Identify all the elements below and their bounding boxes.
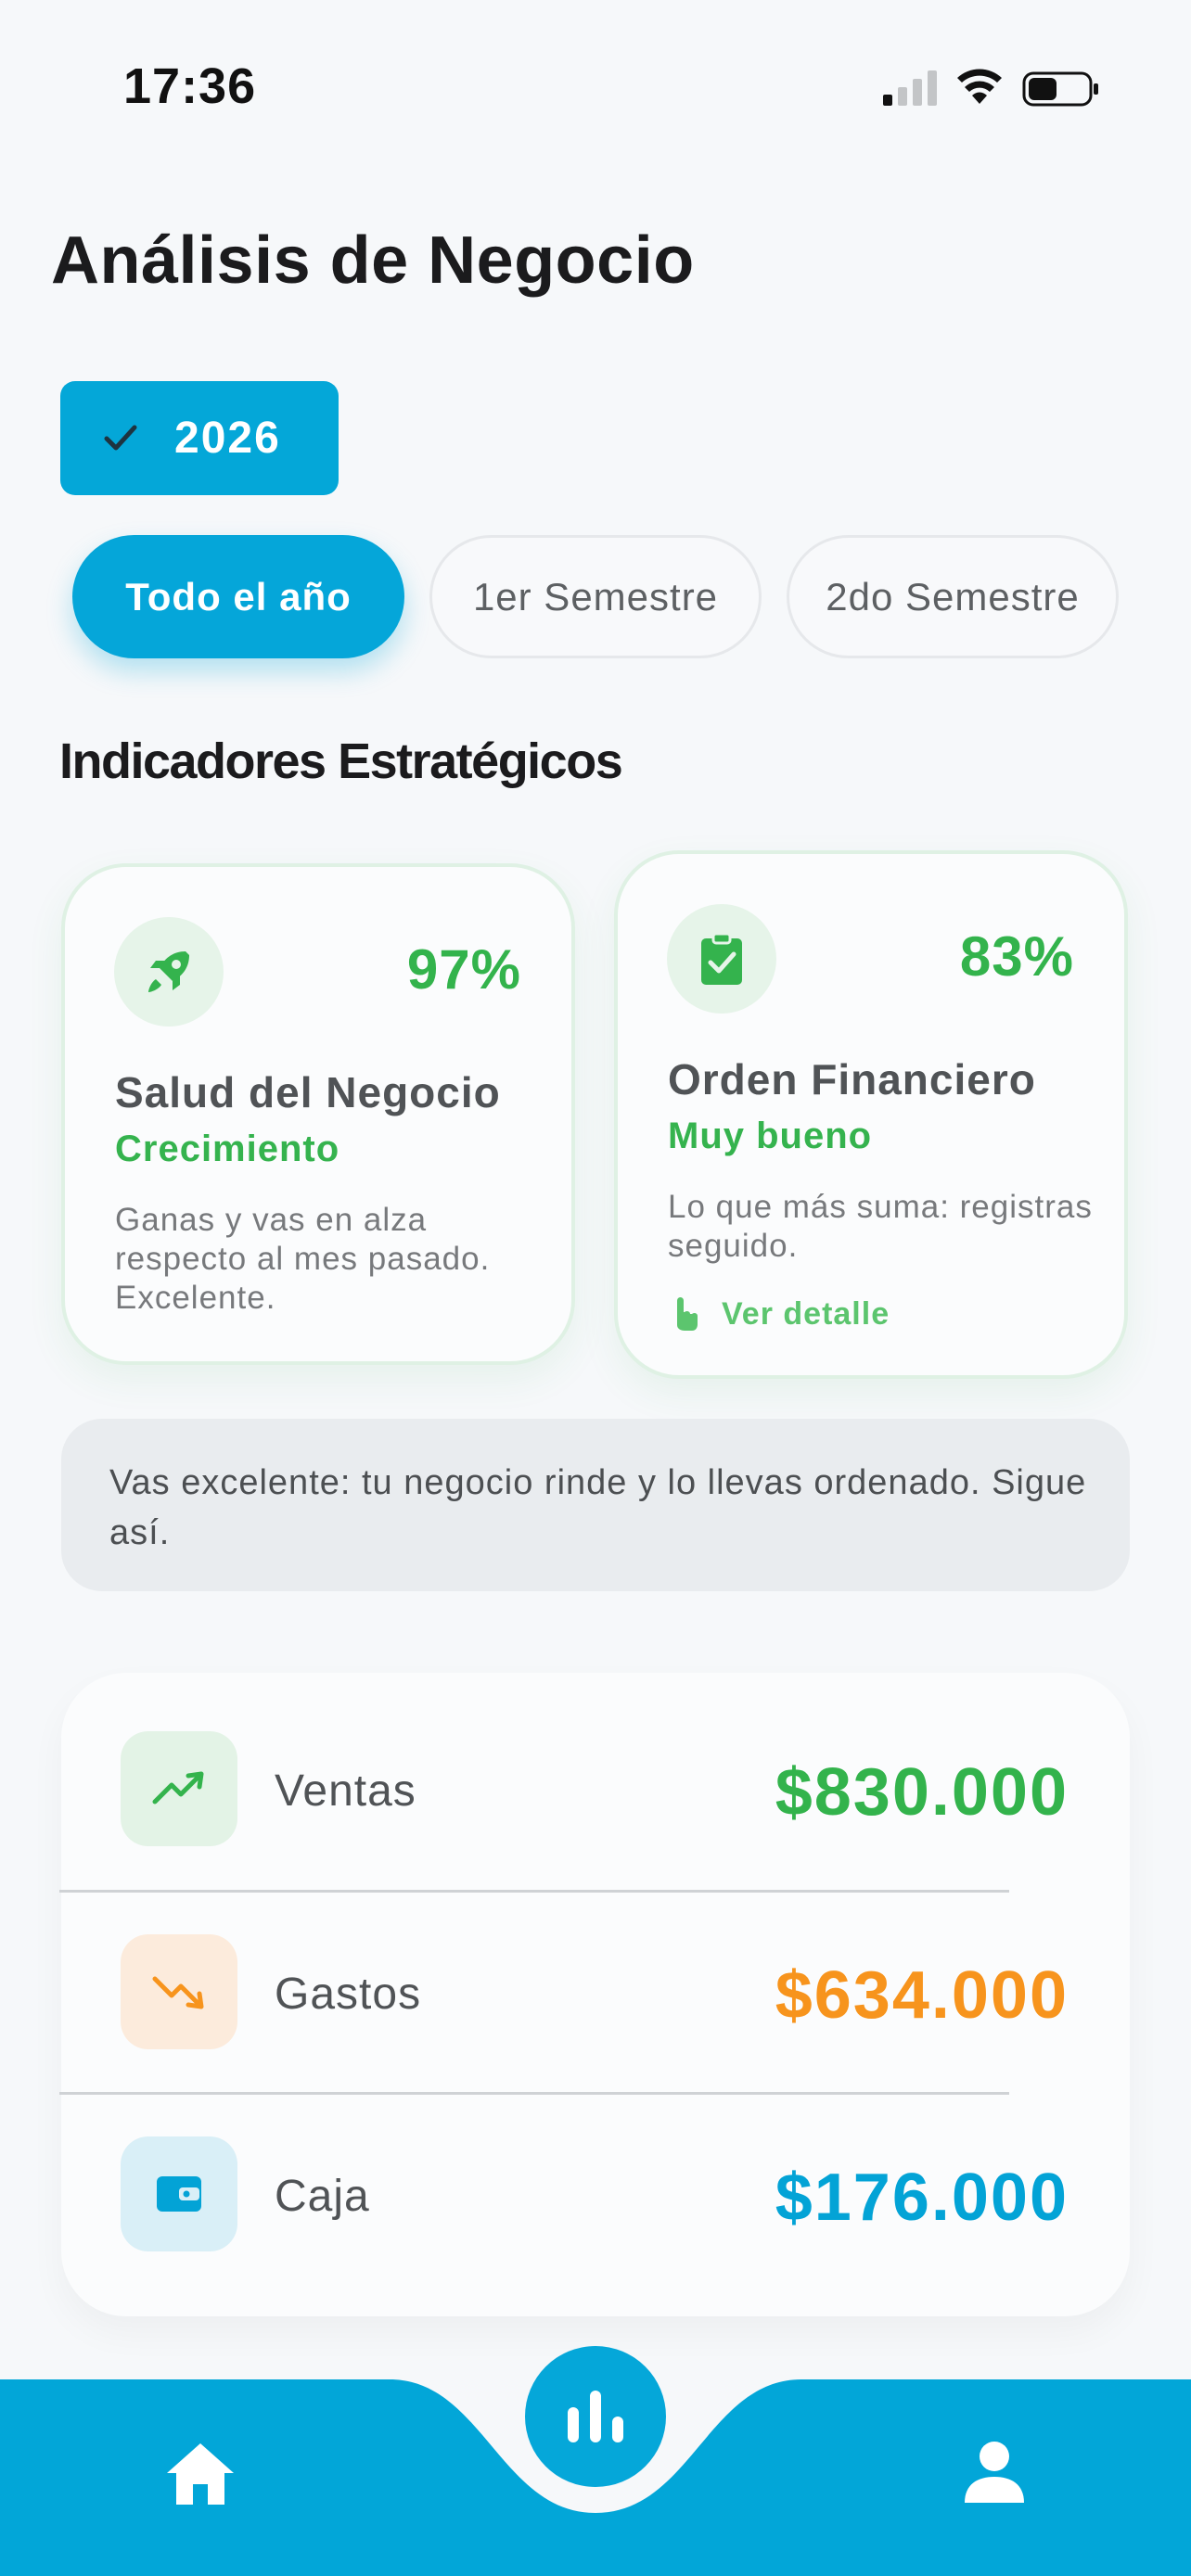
check-icon bbox=[104, 425, 137, 451]
summary-value: $176.000 bbox=[775, 2161, 1069, 2235]
trending-down-icon bbox=[152, 1976, 204, 2009]
tab-2do-semestre[interactable]: 2do Semestre bbox=[787, 535, 1119, 658]
kpi-icon-wrap bbox=[114, 917, 224, 1027]
hand-pointer-icon bbox=[677, 1297, 698, 1331]
status-bar: 17:36 bbox=[0, 0, 1191, 176]
kpi-status: Crecimiento bbox=[115, 1129, 340, 1169]
clipboard-check-icon bbox=[701, 932, 742, 985]
summary-row-gastos[interactable]: Gastos $634.000 bbox=[61, 1876, 1130, 2078]
summary-message-text: Vas excelente: tu negocio rinde y lo lle… bbox=[109, 1463, 1087, 1552]
ventas-icon-wrap bbox=[121, 1731, 237, 1846]
kpi-icon-wrap bbox=[667, 904, 776, 1014]
section-title: Indicadores Estratégicos bbox=[59, 733, 623, 789]
nav-profile-button[interactable] bbox=[950, 2428, 1039, 2517]
summary-label: Ventas bbox=[275, 1766, 416, 1816]
nav-analytics-button[interactable] bbox=[525, 2346, 666, 2487]
home-icon bbox=[167, 2443, 234, 2505]
year-label: 2026 bbox=[174, 414, 281, 463]
year-filter-chip[interactable]: 2026 bbox=[60, 381, 339, 495]
summary-row-caja[interactable]: Caja $176.000 bbox=[61, 2078, 1130, 2280]
period-tabs: Todo el año 1er Semestre 2do Semestre bbox=[72, 535, 1121, 658]
trending-up-icon bbox=[152, 1771, 204, 1804]
summary-label: Caja bbox=[275, 2172, 370, 2221]
bar-chart-icon bbox=[568, 2391, 623, 2442]
wifi-icon bbox=[957, 69, 1002, 104]
battery-icon bbox=[1022, 71, 1098, 107]
status-time: 17:36 bbox=[123, 58, 257, 114]
rocket-icon bbox=[148, 951, 189, 992]
summary-value: $830.000 bbox=[775, 1755, 1069, 1830]
tab-todo-el-ano[interactable]: Todo el año bbox=[72, 535, 404, 658]
ver-detalle-label: Ver detalle bbox=[722, 1295, 890, 1332]
ver-detalle-link[interactable]: Ver detalle bbox=[668, 1295, 890, 1333]
divider bbox=[59, 1890, 1009, 1893]
summary-message: Vas excelente: tu negocio rinde y lo lle… bbox=[61, 1419, 1130, 1591]
caja-icon-wrap bbox=[121, 2136, 237, 2251]
summary-label: Gastos bbox=[275, 1970, 422, 2019]
kpi-percent: 97% bbox=[406, 938, 521, 1001]
signal-icon bbox=[883, 70, 937, 106]
bottom-nav bbox=[0, 2337, 1191, 2576]
nav-home-button[interactable] bbox=[156, 2429, 245, 2519]
divider bbox=[59, 2092, 1009, 2095]
person-icon bbox=[965, 2442, 1024, 2503]
page-title: Análisis de Negocio bbox=[51, 223, 695, 298]
kpi-description: Ganas y vas en alza respecto al mes pasa… bbox=[115, 1202, 491, 1316]
kpi-card-salud[interactable]: 97% Salud del Negocio Crecimiento Ganas … bbox=[61, 863, 575, 1365]
kpi-title: Orden Financiero bbox=[668, 1055, 1036, 1103]
kpi-description: Lo que más suma: registras seguido. bbox=[668, 1189, 1093, 1264]
summary-value: $634.000 bbox=[775, 1958, 1069, 2033]
wallet-icon bbox=[157, 2176, 201, 2212]
gastos-icon-wrap bbox=[121, 1934, 237, 2049]
financial-summary-card: Ventas $830.000 Gastos $634.000 Caja $17… bbox=[61, 1673, 1130, 2316]
kpi-card-orden[interactable]: 83% Orden Financiero Muy bueno Lo que má… bbox=[614, 850, 1128, 1379]
kpi-status: Muy bueno bbox=[668, 1116, 873, 1156]
kpi-percent: 83% bbox=[959, 925, 1074, 988]
tab-1er-semestre[interactable]: 1er Semestre bbox=[429, 535, 762, 658]
summary-row-ventas[interactable]: Ventas $830.000 bbox=[61, 1673, 1130, 1875]
kpi-title: Salud del Negocio bbox=[115, 1068, 501, 1116]
